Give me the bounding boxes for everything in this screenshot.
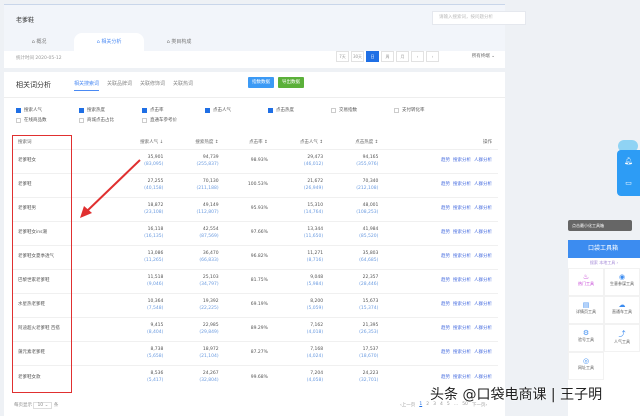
tool-label: 直通车工具: [612, 309, 632, 314]
page-size: 每页显示 10 ⌄ 条: [14, 402, 59, 409]
tool-icon: ⚙: [582, 329, 590, 337]
tool-item[interactable]: ◉ 生意参谋工具: [604, 268, 640, 296]
tool-icon: ◉: [618, 273, 626, 281]
tool-item[interactable]: ▤ 详情页工具: [568, 296, 604, 324]
tool-item[interactable]: ◎ 网址工具: [568, 352, 604, 380]
tool-label: 人气工具: [614, 339, 630, 344]
page-link[interactable]: ‹上一页: [400, 402, 415, 408]
tool-item[interactable]: ⚙ 验号工具: [568, 324, 604, 352]
tool-label: 网址工具: [578, 365, 594, 370]
tool-label: 热门工具: [578, 281, 594, 286]
tool-label: 生意参谋工具: [610, 281, 634, 286]
tool-item[interactable]: ☁ 直通车工具: [604, 296, 640, 324]
tool-icon: ♨: [582, 273, 590, 281]
page-link[interactable]: 1: [419, 402, 422, 408]
tool-item[interactable]: ⤴ 人气工具: [604, 324, 640, 352]
tool-icon: ◎: [582, 357, 590, 365]
tool-icon: ▤: [582, 301, 590, 309]
watermark: 头条 @口袋电商课 | 王子明: [430, 387, 603, 403]
message-icon[interactable]: ▭: [617, 172, 640, 194]
tool-label: 验号工具: [578, 337, 594, 342]
annotation-arrow: [80, 159, 141, 218]
bell-icon[interactable]: 🔔︎: [617, 150, 640, 172]
toolbox-tooltip: 点击最小化工具箱: [568, 220, 632, 231]
page-size-select[interactable]: 10 ⌄: [33, 402, 53, 409]
tool-label: 详情页工具: [576, 309, 596, 314]
floating-actions: 🔔︎ ▭: [617, 150, 640, 196]
tool-item[interactable]: ♨ 热门工具: [568, 268, 604, 296]
toolbox-search[interactable]: 搜索 本地工具 ›: [568, 258, 640, 268]
tool-icon: ⤴: [618, 330, 626, 338]
toolbox-title[interactable]: 口袋工具箱: [568, 240, 640, 258]
page-link[interactable]: 2: [426, 402, 429, 408]
tool-icon: ☁: [618, 301, 626, 309]
